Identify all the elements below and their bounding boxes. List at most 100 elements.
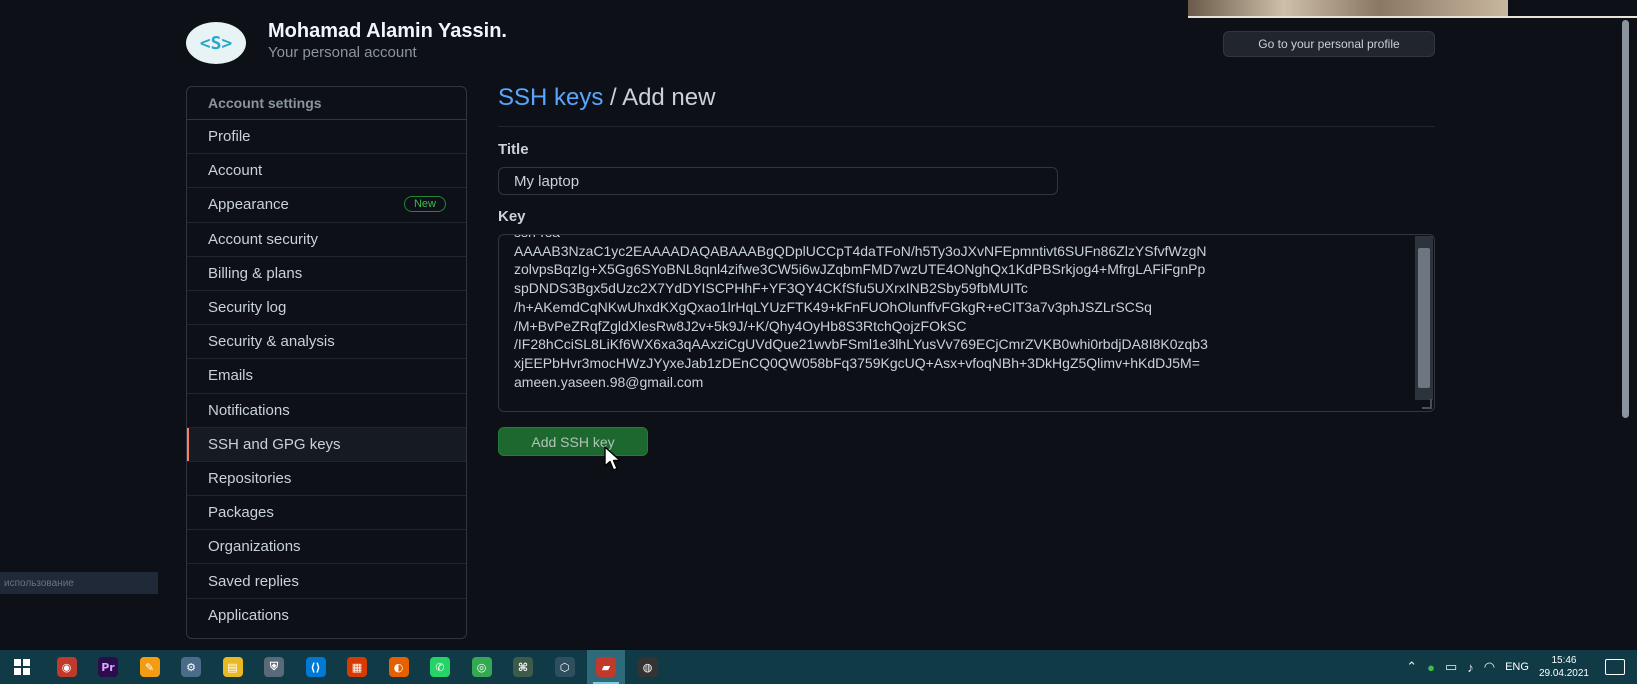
sidebar-item-saved-replies[interactable]: Saved replies — [187, 564, 466, 599]
taskbar-app-box-app[interactable]: ⬡ — [546, 650, 584, 684]
shield-icon[interactable]: ● — [1427, 660, 1435, 675]
avatar-text: <S> — [199, 32, 233, 54]
sidebar-item-label: Emails — [208, 367, 254, 385]
sidebar-item-label: Notifications — [208, 401, 290, 419]
taskbar-app-premiere[interactable]: Pr — [89, 650, 127, 684]
wifi-icon[interactable]: ◠ — [1484, 659, 1495, 675]
firefox-icon: ◐ — [388, 657, 409, 677]
terminal-app-icon: ⌘ — [513, 657, 533, 677]
sidebar-item-label: Saved replies — [208, 572, 299, 590]
user-name: Mohamad Alamin Yassin. — [268, 20, 507, 42]
tooltip-remnant: использование — [0, 572, 158, 594]
taskbar-app-active-app[interactable]: ▰ — [587, 650, 625, 684]
chevron-up-icon[interactable]: ⌃ — [1406, 659, 1417, 675]
sidebar-item-emails[interactable]: Emails — [187, 359, 466, 394]
car-app-icon: ⚙ — [181, 657, 201, 677]
notifications-icon[interactable] — [1605, 659, 1625, 675]
sidebar-item-security-log[interactable]: Security log — [187, 291, 466, 326]
sidebar-item-notifications[interactable]: Notifications — [187, 394, 466, 428]
active-app-icon: ▰ — [596, 657, 616, 677]
taskbar-app-pencil-app[interactable]: ✎ — [131, 650, 169, 684]
windows-logo-icon — [14, 659, 30, 675]
go-to-profile-button[interactable]: Go to your personal profile — [1223, 31, 1435, 57]
mouse-pointer-icon — [604, 446, 621, 471]
breadcrumb-current: Add new — [622, 84, 716, 111]
sidebar-item-appearance[interactable]: Appearance New — [187, 188, 466, 223]
pencil-app-icon: ✎ — [139, 657, 160, 677]
key-textarea-scrollbar[interactable] — [1415, 236, 1433, 400]
webcam-overlay — [1188, 0, 1508, 16]
battery-icon[interactable]: ▭ — [1445, 659, 1457, 675]
language-indicator[interactable]: ENG — [1505, 661, 1529, 673]
taskbar-app-vpn-app[interactable]: ⛨ — [255, 650, 293, 684]
taskbar-app-firefox[interactable]: ◐ — [380, 650, 418, 684]
sidebar-item-label: Repositories — [208, 469, 292, 487]
sidebar-item-organizations[interactable]: Organizations — [187, 530, 466, 565]
key-textarea[interactable]: ssh-rsa AAAAB3NzaC1yc2EAAAADAQABAAABgQDp… — [498, 234, 1435, 412]
taskbar-app-whatsapp[interactable]: ✆ — [421, 650, 459, 684]
sidebar-item-label: Packages — [208, 504, 274, 522]
breadcrumb-separator: / — [603, 84, 623, 111]
taskbar-app-car-app[interactable]: ⚙ — [172, 650, 210, 684]
key-text: ssh-rsa AAAAB3NzaC1yc2EAAAADAQABAAABgQDp… — [514, 235, 1208, 390]
sidebar-header: Account settings — [187, 87, 466, 120]
clock[interactable]: 15:46 29.04.2021 — [1539, 654, 1589, 680]
key-label: Key — [498, 208, 526, 225]
clock-time: 15:46 — [1551, 655, 1577, 666]
volume-icon[interactable]: ♪ — [1467, 660, 1474, 675]
box-app-icon: ⬡ — [554, 657, 575, 677]
sidebar-item-applications[interactable]: Applications — [187, 599, 466, 633]
chrome-alt-icon: ◉ — [56, 657, 77, 677]
sidebar-item-repositories[interactable]: Repositories — [187, 462, 466, 497]
key-scrollbar-thumb[interactable] — [1418, 248, 1430, 388]
page-scrollbar-thumb[interactable] — [1622, 20, 1629, 418]
sidebar-item-security-and-analysis[interactable]: Security & analysis — [187, 325, 466, 360]
vpn-app-icon: ⛨ — [264, 657, 284, 677]
sidebar-item-label: Profile — [208, 128, 251, 146]
taskbar-app-office[interactable]: ▦ — [338, 650, 376, 684]
breadcrumb-ssh-keys-link[interactable]: SSH keys — [498, 84, 603, 111]
heading-divider — [498, 126, 1435, 127]
file-explorer-icon: ▤ — [222, 657, 243, 677]
clock-date: 29.04.2021 — [1538, 668, 1589, 679]
sidebar-item-label: Account — [208, 162, 263, 180]
sidebar-item-profile[interactable]: Profile — [187, 120, 466, 155]
system-tray: ⌃ ● ▭ ♪ ◠ ENG 15:46 29.04.2021 — [1406, 650, 1637, 684]
sidebar-item-account[interactable]: Account — [187, 154, 466, 189]
premiere-icon: Pr — [98, 657, 118, 677]
sidebar-item-ssh-and-gpg-keys[interactable]: SSH and GPG keys — [187, 427, 466, 462]
resize-grip-icon[interactable] — [1422, 399, 1432, 409]
sidebar-item-label: Security log — [208, 299, 287, 317]
page-title: SSH keys / Add new — [498, 84, 715, 112]
sidebar-item-label: Organizations — [208, 538, 301, 556]
chrome-icon: ◎ — [471, 657, 492, 677]
webcam-frame — [1188, 16, 1637, 18]
taskbar-app-chrome[interactable]: ◎ — [463, 650, 501, 684]
sidebar-item-label: Security & analysis — [208, 333, 335, 351]
sidebar-item-packages[interactable]: Packages — [187, 496, 466, 531]
page-scrollbar[interactable] — [1619, 20, 1633, 420]
avatar[interactable]: <S> — [186, 22, 246, 64]
office-icon: ▦ — [347, 657, 367, 677]
start-button[interactable] — [0, 650, 44, 684]
sidebar-item-label: Account security — [208, 230, 319, 248]
obs-icon: ◍ — [637, 657, 658, 677]
taskbar-app-obs[interactable]: ◍ — [629, 650, 667, 684]
taskbar-app-terminal-app[interactable]: ⌘ — [504, 650, 542, 684]
sidebar-item-label: Billing & plans — [208, 264, 303, 282]
windows-taskbar: ◉ Pr ✎ ⚙ ▤ ⛨ ⟨⟩ ▦ ◐ ✆ ◎ ⌘ ⬡ ▰ ◍ ⌃ ● ▭ ♪ ◠ ENG 15:46 29… — [0, 650, 1637, 684]
add-ssh-key-button[interactable]: Add SSH key — [498, 427, 648, 456]
taskbar-app-chrome-alt[interactable]: ◉ — [48, 650, 86, 684]
title-input[interactable]: My laptop — [498, 167, 1058, 195]
title-label: Title — [498, 141, 529, 158]
taskbar-app-file-explorer[interactable]: ▤ — [214, 650, 252, 684]
sidebar-item-label: SSH and GPG keys — [208, 435, 341, 453]
taskbar-app-vscode[interactable]: ⟨⟩ — [297, 650, 335, 684]
settings-sidebar: Account settings Profile Account Appearanc… — [186, 86, 467, 639]
sidebar-item-label: Appearance — [208, 196, 289, 214]
sidebar-item-billing-and-plans[interactable]: Billing & plans — [187, 257, 466, 291]
account-type-label: Your personal account — [268, 44, 417, 61]
sidebar-item-account-security[interactable]: Account security — [187, 223, 466, 257]
sidebar-item-label: Applications — [208, 607, 289, 625]
whatsapp-icon: ✆ — [430, 657, 450, 677]
